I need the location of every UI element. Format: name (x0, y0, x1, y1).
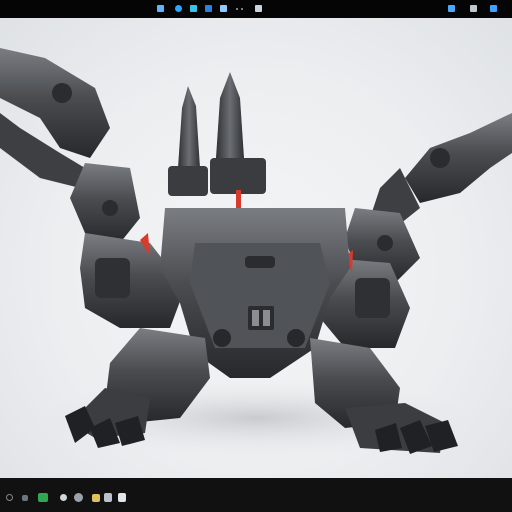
browser-icon[interactable] (74, 493, 83, 502)
separator-dot-icon (236, 8, 238, 10)
terminal-icon[interactable] (38, 493, 48, 502)
settings-icon[interactable] (255, 5, 262, 12)
explorer-icon[interactable] (220, 5, 227, 12)
battery-icon[interactable] (490, 5, 497, 12)
render-viewport[interactable] (0, 18, 512, 478)
screen (0, 0, 512, 512)
edge-icon[interactable] (175, 5, 182, 12)
volume-icon[interactable] (470, 5, 477, 12)
folder-icon[interactable] (92, 494, 100, 502)
taskbar (0, 478, 512, 512)
store-icon[interactable] (190, 5, 197, 12)
search-icon[interactable] (22, 495, 28, 501)
top-bar (0, 0, 512, 18)
right-claw-arm (345, 113, 512, 283)
mail-icon[interactable] (205, 5, 212, 12)
chat-icon[interactable] (60, 494, 67, 501)
app-icon[interactable] (157, 5, 164, 12)
photos-icon[interactable] (118, 493, 126, 502)
left-claw-arm (0, 48, 140, 243)
media-icon[interactable] (104, 493, 112, 502)
tail-spikes (168, 72, 266, 212)
network-icon[interactable] (448, 5, 455, 12)
separator-dot-icon (241, 8, 243, 10)
start-icon[interactable] (6, 494, 13, 501)
robot-scorpion-render (0, 48, 512, 458)
